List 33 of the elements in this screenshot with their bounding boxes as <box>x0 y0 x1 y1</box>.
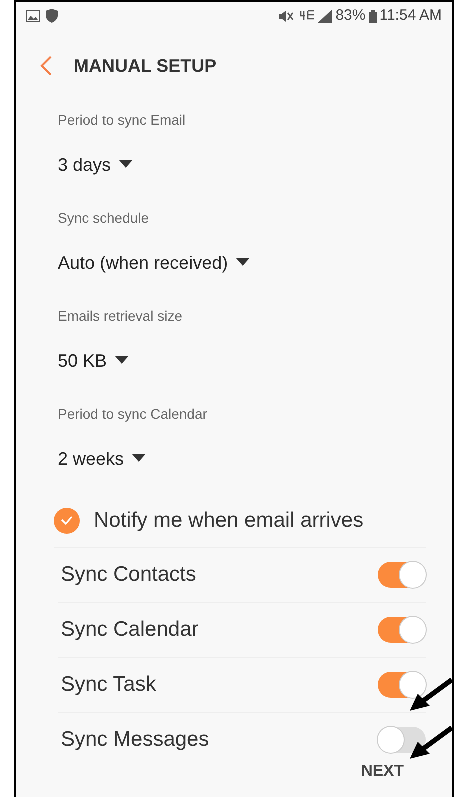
toggle-switch[interactable] <box>378 727 426 753</box>
toggle-label: Sync Messages <box>61 727 210 754</box>
lte-icon <box>300 10 316 22</box>
image-icon <box>26 10 40 22</box>
battery-level: 83% <box>336 6 366 26</box>
clock: 11:54 AM <box>380 6 442 26</box>
toggle-switch[interactable] <box>378 672 426 698</box>
checkbox-label: Notify me when email arrives <box>94 508 364 534</box>
setting-label: Period to sync Email <box>58 112 186 128</box>
dropdown-value[interactable]: 3 days <box>58 152 112 179</box>
battery-icon <box>368 10 377 22</box>
toggle-label: Sync Calendar <box>61 617 199 644</box>
signal-icon <box>318 10 332 22</box>
setting-label: Period to sync Calendar <box>58 406 208 422</box>
toggle-label: Sync Contacts <box>61 562 196 588</box>
dropdown-arrow-icon[interactable] <box>132 454 146 462</box>
setting-label: Sync schedule <box>58 210 150 226</box>
dropdown-arrow-icon[interactable] <box>115 356 130 364</box>
mute-icon <box>278 10 294 22</box>
dropdown-value[interactable]: Auto (when received) <box>58 250 228 277</box>
toggle-switch[interactable] <box>378 562 426 588</box>
next-button[interactable]: NEXT <box>357 756 408 788</box>
checkbox[interactable] <box>54 508 80 534</box>
dropdown-arrow-icon[interactable] <box>236 258 250 266</box>
dropdown-value[interactable]: 2 weeks <box>58 446 124 473</box>
screen-title: MANUAL SETUP <box>74 54 217 78</box>
check-icon <box>61 516 73 525</box>
toggle-label: Sync Task <box>61 672 156 698</box>
dropdown-value[interactable]: 50 KB <box>58 348 108 375</box>
dropdown-arrow-icon[interactable] <box>119 160 134 168</box>
setting-label: Emails retrieval size <box>58 308 182 324</box>
shield-icon <box>46 9 58 23</box>
toggle-switch[interactable] <box>378 617 426 643</box>
